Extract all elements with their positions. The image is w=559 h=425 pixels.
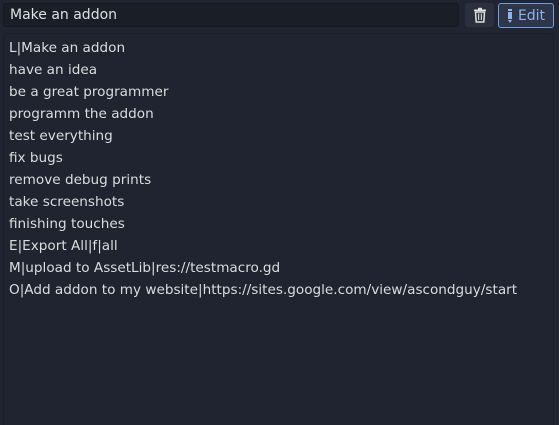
delete-button[interactable] bbox=[465, 3, 494, 27]
text-line: test everything bbox=[9, 128, 113, 144]
text-line: L|Make an addon bbox=[9, 40, 126, 56]
text-line: M|upload to AssetLib|res://testmacro.gd bbox=[9, 260, 281, 276]
text-line: E|Export All|f|all bbox=[9, 238, 118, 254]
text-line: finishing touches bbox=[9, 216, 125, 232]
pencil-icon bbox=[507, 8, 513, 23]
text-line: remove debug prints bbox=[9, 172, 152, 188]
title-input[interactable] bbox=[3, 3, 459, 27]
text-line: have an idea bbox=[9, 62, 98, 78]
todo-text-area[interactable]: L|Make an addon have an idea be a great … bbox=[3, 33, 554, 425]
text-line: fix bugs bbox=[9, 150, 63, 166]
edit-button[interactable]: Edit bbox=[498, 3, 554, 28]
trash-icon bbox=[473, 7, 487, 23]
text-line: programm the addon bbox=[9, 106, 154, 122]
text-line: O|Add addon to my website|https://sites.… bbox=[9, 282, 518, 298]
edit-button-label: Edit bbox=[517, 7, 546, 24]
text-line: be a great programmer bbox=[9, 84, 169, 100]
todo-editor-panel: Edit L|Make an addon have an idea be a g… bbox=[0, 0, 559, 425]
text-line: take screenshots bbox=[9, 194, 125, 210]
